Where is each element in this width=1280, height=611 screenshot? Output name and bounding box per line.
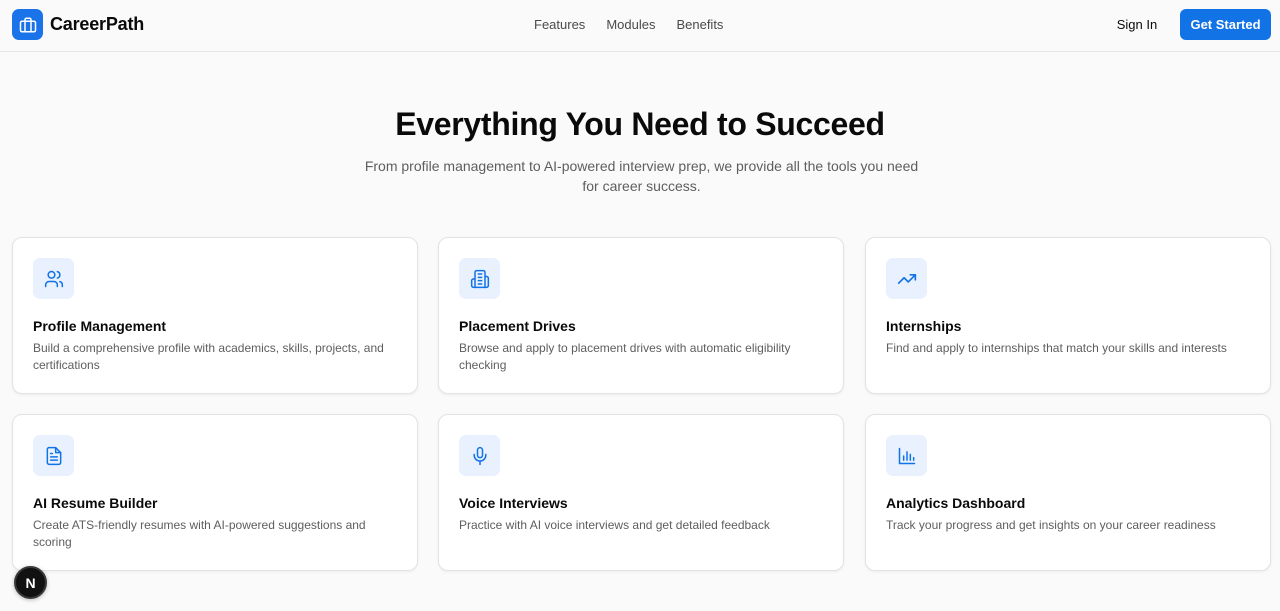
feature-title: Profile Management: [33, 318, 167, 334]
feature-description: Build a comprehensive profile with acade…: [33, 341, 384, 372]
nav-link-modules[interactable]: Modules: [606, 17, 655, 32]
mic-icon: [459, 435, 500, 476]
feature-card-profile-management: Profile Management Build a comprehensive…: [12, 237, 418, 394]
brand-name: CareerPath: [50, 14, 145, 34]
trending-up-icon: [886, 258, 927, 299]
feature-title: Analytics Dashboard: [886, 495, 1026, 511]
feature-description: Create ATS-friendly resumes with AI-powe…: [33, 518, 366, 549]
users-icon: [33, 258, 74, 299]
nav-link-features[interactable]: Features: [534, 17, 585, 32]
feature-description: Find and apply to internships that match…: [886, 341, 1227, 355]
feature-card-analytics-dashboard: Analytics Dashboard Track your progress …: [865, 414, 1271, 571]
feature-card-voice-interviews: Voice Interviews Practice with AI voice …: [438, 414, 844, 571]
section-title: Everything You Need to Succeed: [395, 106, 885, 142]
get-started-button[interactable]: Get Started: [1180, 9, 1271, 40]
sign-in-button[interactable]: Sign In: [1109, 17, 1165, 32]
feature-title: Voice Interviews: [459, 495, 568, 511]
file-text-icon: [33, 435, 74, 476]
feature-description: Track your progress and get insights on …: [886, 518, 1216, 532]
feature-title: Placement Drives: [459, 318, 576, 334]
nextjs-logo-icon[interactable]: N: [14, 566, 47, 599]
feature-card-placement-drives: Placement Drives Browse and apply to pla…: [438, 237, 844, 394]
building-icon: [459, 258, 500, 299]
top-navbar: CareerPath Features Modules Benefits Sig…: [0, 0, 1280, 52]
main-nav: Features Modules Benefits: [534, 17, 723, 32]
feature-card-internships: Internships Find and apply to internship…: [865, 237, 1271, 394]
feature-description: Browse and apply to placement drives wit…: [459, 341, 791, 372]
brand-link[interactable]: CareerPath: [12, 9, 144, 40]
feature-title: AI Resume Builder: [33, 495, 158, 511]
section-subtitle: From profile management to AI-powered in…: [364, 158, 919, 194]
bar-chart-icon: [886, 435, 927, 476]
nav-link-benefits[interactable]: Benefits: [676, 17, 723, 32]
briefcase-icon: [12, 9, 43, 40]
dev-badge-letter: N: [25, 574, 36, 591]
feature-card-ai-resume-builder: AI Resume Builder Create ATS-friendly re…: [12, 414, 418, 571]
feature-description: Practice with AI voice interviews and ge…: [459, 518, 770, 532]
feature-title: Internships: [886, 318, 962, 334]
